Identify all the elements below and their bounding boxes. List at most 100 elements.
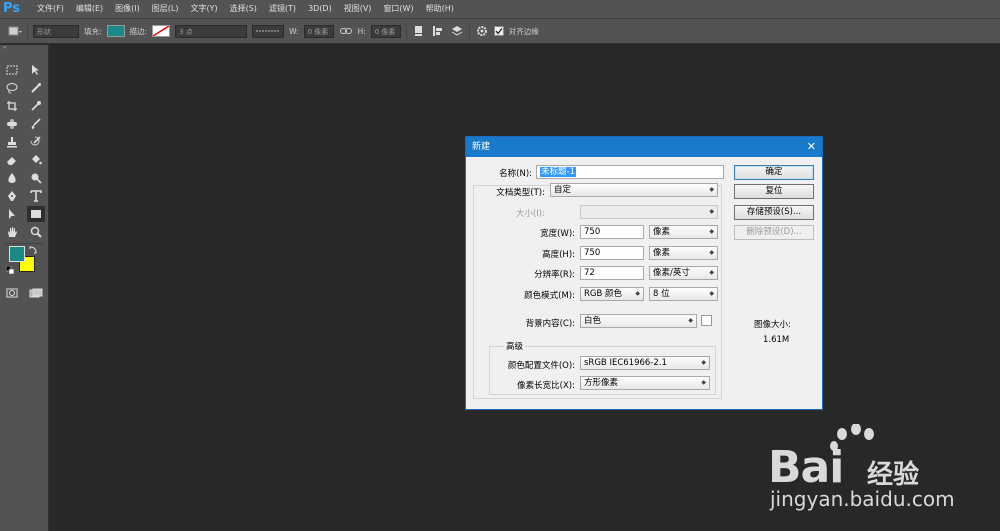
align-edges-checkbox[interactable] (493, 24, 504, 38)
chevron-updown-icon: ◆ (688, 317, 693, 324)
type-tool-icon[interactable] (27, 188, 45, 204)
height-input[interactable]: 750 (580, 246, 644, 260)
name-label: 名称(N): (499, 169, 532, 179)
crop-tool-icon[interactable] (3, 98, 21, 114)
color-profile-value: sRGB IEC61966-2.1 (584, 358, 667, 368)
menu-3d[interactable]: 3D(D) (302, 0, 338, 18)
menu-view[interactable]: 视图(V) (338, 0, 378, 18)
document-type-label: 文档类型(T): (496, 188, 545, 198)
name-input[interactable]: 未标题-1 (536, 165, 724, 179)
save-preset-button[interactable]: 存储预设(S)... (734, 205, 814, 220)
fill-label: 填充: (84, 26, 102, 36)
dodge-tool-icon[interactable] (27, 170, 45, 186)
width-unit-select[interactable]: 像素 ◆ (649, 225, 718, 239)
ok-button[interactable]: 确定 (734, 165, 814, 180)
hand-tool-icon[interactable] (3, 224, 21, 240)
stroke-label: 描边: (129, 26, 148, 36)
size-label: 大小(I): (515, 209, 545, 219)
image-size-label: 图像大小: (754, 320, 791, 330)
path-selection-tool-icon[interactable] (3, 206, 21, 222)
chevron-updown-icon: ◆ (635, 290, 640, 297)
stroke-type-select[interactable] (252, 24, 285, 38)
separator (468, 23, 470, 39)
document-type-select[interactable]: 自定 ◆ (550, 183, 718, 197)
path-operations-icon[interactable] (412, 24, 426, 38)
history-brush-tool-icon[interactable] (27, 134, 45, 150)
width-input[interactable]: 0 像素 (303, 24, 334, 38)
fill-color-swatch[interactable] (106, 25, 125, 37)
pixel-aspect-ratio-value: 方形像素 (584, 378, 619, 388)
stroke-width-select[interactable]: 3 点 (175, 24, 248, 38)
shape-mode-select[interactable]: 形状 (33, 24, 79, 38)
color-mode-select[interactable]: RGB 颜色 ◆ (580, 287, 644, 301)
default-colors-icon[interactable] (5, 265, 15, 275)
image-size-value: 1.61M (763, 335, 790, 345)
chevron-updown-icon: ◆ (701, 359, 706, 366)
close-icon[interactable]: ✕ (807, 137, 816, 157)
background-contents-select[interactable]: 白色 ◆ (580, 314, 697, 328)
foreground-color-swatch[interactable] (9, 246, 25, 262)
separator (405, 23, 407, 39)
menu-file[interactable]: 文件(F) (31, 0, 70, 18)
chevron-updown-icon: ◆ (709, 269, 714, 276)
swap-colors-icon[interactable] (29, 246, 37, 254)
menu-help[interactable]: 帮助(H) (420, 0, 460, 18)
color-profile-label: 颜色配置文件(O): (507, 361, 575, 371)
resolution-unit-select[interactable]: 像素/英寸 ◆ (649, 266, 718, 280)
height-input[interactable]: 0 像素 (370, 24, 401, 38)
height-label: 高度(H): (542, 250, 575, 260)
gear-icon[interactable] (475, 24, 489, 38)
pen-tool-icon[interactable] (3, 188, 21, 204)
blur-tool-icon[interactable] (3, 170, 21, 186)
brush-tool-icon[interactable] (27, 116, 45, 132)
dialog-title-bar[interactable]: 新建 ✕ (466, 137, 822, 157)
menu-type[interactable]: 文字(Y) (184, 0, 223, 18)
eyedropper-tool-icon[interactable] (27, 98, 45, 114)
menu-image[interactable]: 图像(I) (109, 0, 146, 18)
lasso-tool-icon[interactable] (3, 80, 21, 96)
background-color-box[interactable] (701, 315, 712, 326)
resolution-input[interactable]: 72 (580, 266, 644, 280)
reset-button[interactable]: 复位 (734, 184, 814, 199)
name-input-value: 未标题-1 (540, 167, 576, 177)
background-contents-label: 背景内容(C): (525, 319, 575, 329)
stroke-color-swatch[interactable] (152, 25, 171, 37)
bit-depth-value: 8 位 (653, 289, 670, 299)
path-arrangement-icon[interactable] (450, 24, 464, 38)
clone-stamp-tool-icon[interactable] (3, 134, 21, 150)
chevron-updown-icon: ◆ (709, 249, 714, 256)
options-bar: 形状 填充: 描边: 3 点 W: 0 像素 H: 0 像素 对齐边缘 (0, 18, 1000, 44)
move-tool-icon[interactable] (27, 62, 45, 78)
separator (27, 23, 28, 39)
color-mode-value: RGB 颜色 (584, 289, 623, 299)
rectangle-tool-icon[interactable] (27, 206, 45, 222)
menu-filter[interactable]: 滤镜(T) (263, 0, 302, 18)
resolution-label: 分辨率(R): (534, 270, 575, 280)
screen-mode-icon[interactable] (27, 285, 45, 301)
color-profile-select[interactable]: sRGB IEC61966-2.1 ◆ (580, 356, 710, 370)
marquee-tool-icon[interactable] (3, 62, 21, 78)
link-icon[interactable] (339, 24, 353, 38)
healing-brush-tool-icon[interactable] (3, 116, 21, 132)
quick-mask-icon[interactable] (3, 285, 21, 301)
quick-selection-tool-icon[interactable] (27, 80, 45, 96)
menu-window[interactable]: 窗口(W) (377, 0, 419, 18)
height-unit-select[interactable]: 像素 ◆ (649, 246, 718, 260)
path-alignment-icon[interactable] (431, 24, 445, 38)
watermark-brand-suffix: 经验 (867, 460, 920, 490)
menu-edit[interactable]: 编辑(E) (70, 0, 109, 18)
paint-bucket-tool-icon[interactable] (27, 152, 45, 168)
rectangle-tool-preset-icon[interactable] (8, 24, 22, 38)
chevron-updown-icon: ◆ (709, 186, 714, 193)
zoom-tool-icon[interactable] (27, 224, 45, 240)
menu-select[interactable]: 选择(S) (224, 0, 263, 18)
width-input[interactable]: 750 (580, 225, 644, 239)
eraser-tool-icon[interactable] (3, 152, 21, 168)
bit-depth-select[interactable]: 8 位 ◆ (649, 287, 718, 301)
tools-panel: « (0, 45, 49, 531)
advanced-label: 高级 (504, 340, 526, 352)
width-label: 宽度(W): (540, 229, 575, 239)
menu-layer[interactable]: 图层(L) (146, 0, 185, 18)
pixel-aspect-ratio-select[interactable]: 方形像素 ◆ (580, 376, 710, 390)
width-unit-value: 像素 (653, 227, 671, 237)
